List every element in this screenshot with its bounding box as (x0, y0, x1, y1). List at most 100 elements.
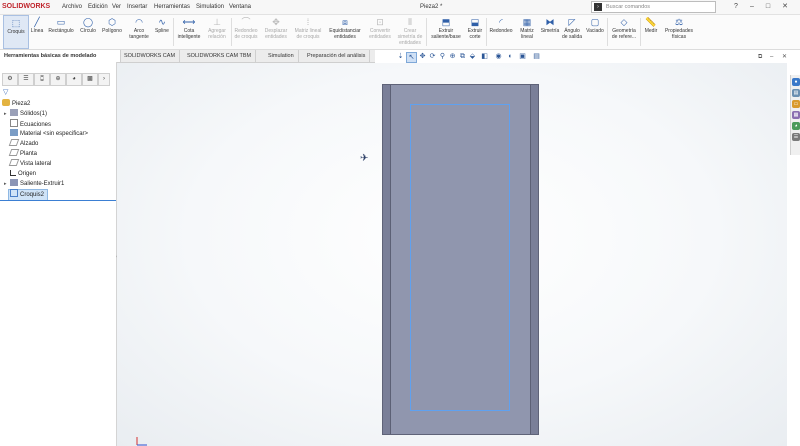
agregar-relacion-button[interactable]: ⊥ Agregar relación (204, 15, 230, 40)
sketch-rectangle[interactable] (410, 104, 510, 411)
extruir-saliente-button[interactable]: ⬒ Extruir saliente/base (428, 15, 464, 40)
view-settings-icon[interactable]: ▤ (532, 52, 541, 61)
vaciado-button[interactable]: ▢ Vaciado (584, 15, 606, 34)
poligono-label: Polígono (102, 28, 122, 34)
convert-entities-icon: ⊡ (376, 17, 384, 27)
spline-button[interactable]: ∿ Spline (153, 15, 171, 34)
menu-simulation[interactable]: Simulation (196, 2, 224, 12)
appearance-icon[interactable]: ◐ (506, 52, 515, 61)
redondeo-button[interactable]: ◜ Redondeo (487, 15, 515, 34)
design-library-icon[interactable]: ▤ (792, 89, 800, 97)
tree-item-planta[interactable]: Planta (8, 149, 37, 159)
smart-dimension-icon: ⟷ (182, 17, 196, 27)
menu-edicion[interactable]: Edición (88, 2, 108, 12)
tab-herramientas-basicas[interactable]: Herramientas básicas de modelado (0, 50, 121, 62)
circulo-button[interactable]: ◯ Círculo (78, 15, 98, 34)
resources-icon[interactable]: ● (792, 78, 800, 86)
dimxpert-tab-icon[interactable]: ⊕ (50, 73, 66, 86)
tab-solidworks-cam-tbm[interactable]: SOLIDWORKS CAM TBM (183, 50, 257, 62)
normal-to-icon[interactable]: ⇣ (396, 52, 405, 61)
property-manager-tab-icon[interactable]: ☰ (18, 73, 34, 86)
view-orientation-icon[interactable]: ⬙ (468, 52, 477, 61)
tree-item-saliente[interactable]: ▸ Saliente-Extruir1 (4, 179, 64, 189)
menu-insertar[interactable]: Insertar (127, 2, 147, 12)
croquis-button[interactable]: ⬚ Croquis (3, 15, 29, 49)
view-palette-icon[interactable]: ▦ (792, 111, 800, 119)
scene-icon[interactable]: ▣ (518, 52, 527, 61)
menu-archivo[interactable]: Archivo (62, 2, 82, 12)
medir-button[interactable]: 📏 Medir (641, 15, 661, 34)
rectangulo-button[interactable]: ▭ Rectángulo (46, 15, 76, 34)
zoom-icon[interactable]: ⚲ (438, 52, 447, 61)
display-manager-tab-icon[interactable]: ◕ (66, 73, 82, 86)
more-tabs-icon[interactable]: › (98, 73, 110, 86)
matriz-lineal-button[interactable]: ▦ Matriz lineal (516, 15, 538, 40)
geometria-referencia-button[interactable]: ◇ Geometría de refere... (609, 15, 639, 40)
section-view-icon[interactable]: ⧉ (458, 52, 467, 61)
propiedades-fisicas-button[interactable]: ⚖ Propiedades físicas (662, 15, 696, 40)
fillet-icon: ◜ (499, 17, 503, 27)
tree-item-material[interactable]: Material <sin especificar> (10, 129, 88, 139)
matriz-lineal-label: Matriz lineal (520, 28, 534, 40)
equidistanciar-button[interactable]: ⧈ Equidistanciar entidades (326, 15, 364, 40)
help-button[interactable]: ? (730, 1, 742, 13)
tab-simulation[interactable]: Simulation (264, 50, 299, 62)
tree-item-croquis[interactable]: Croquis2 (10, 189, 44, 200)
filter-icon[interactable]: ▽ (3, 88, 8, 96)
tab-solidworks-cam[interactable]: SOLIDWORKS CAM (120, 50, 181, 62)
move-entities-icon: ✥ (272, 17, 280, 27)
appearances-icon[interactable]: ◕ (792, 122, 800, 130)
sketch-icon (10, 189, 18, 197)
offset-entities-icon: ⧈ (342, 17, 348, 27)
tree-item-root[interactable]: Pieza2 (2, 99, 30, 109)
linea-button[interactable]: ╱ Línea (29, 15, 45, 34)
extruir-corte-label: Extruir corte (467, 28, 483, 40)
file-explorer-icon[interactable]: ▭ (792, 100, 800, 108)
extrude-feature-icon (10, 179, 18, 186)
zoom-area-icon[interactable]: ⊕ (448, 52, 457, 61)
angulo-salida-button[interactable]: ◸ Ángulo de salida (562, 15, 582, 40)
minimize-window-icon[interactable]: – (770, 53, 773, 61)
linear-pattern-sketch-icon: ⁞ (306, 17, 310, 27)
arco-tangente-button[interactable]: ◠ Arco tangente (126, 15, 152, 40)
custom-properties-icon[interactable]: ☰ (792, 133, 800, 141)
menu-ver[interactable]: Ver (112, 2, 121, 12)
redondeo-croquis-button[interactable]: ⌒ Redondeo de croquis (232, 15, 260, 40)
pan-icon[interactable]: ✥ (418, 52, 427, 61)
tree-item-vista-lateral[interactable]: Vista lateral (8, 159, 51, 169)
matriz-lineal-croquis-button[interactable]: ⁞ Matriz lineal de croquis (292, 15, 324, 40)
feature-tree-tab-icon[interactable]: ⚙ (2, 73, 18, 86)
tree-item-solidos[interactable]: ▸ Sólidos(1) (4, 109, 47, 119)
display-style-icon[interactable]: ◧ (480, 52, 489, 61)
rollback-bar[interactable] (0, 200, 116, 201)
crear-simetria-button[interactable]: ⫴ Crear simetría de entidades (396, 15, 424, 46)
close-window-icon[interactable]: ✕ (782, 53, 787, 61)
simetria-button[interactable]: ⧓ Simetría (538, 15, 562, 34)
poligono-button[interactable]: ⬡ Polígono (100, 15, 124, 34)
hide-show-icon[interactable]: ◉ (494, 52, 503, 61)
shell-icon: ▢ (590, 17, 600, 27)
medir-label: Medir (644, 28, 658, 34)
sketch-cursor-icon: ✈ (360, 153, 369, 164)
select-icon[interactable]: ↖ (406, 52, 417, 63)
material-icon (10, 129, 18, 136)
tab-preparacion-analisis[interactable]: Preparación del análisis (303, 50, 371, 62)
extruir-corte-button[interactable]: ⬓ Extruir corte (465, 15, 485, 40)
configuration-tab-icon[interactable]: ⧮ (34, 73, 50, 86)
cota-inteligente-button[interactable]: ⟷ Cota inteligente (176, 15, 202, 40)
menu-herramientas[interactable]: Herramientas (154, 2, 190, 12)
search-input[interactable]: › Buscar comandos (591, 1, 716, 13)
simetria-label: Simetría (540, 28, 560, 34)
close-button[interactable]: ✕ (779, 1, 791, 13)
rotate-icon[interactable]: ⟳ (428, 52, 437, 61)
convertir-entidades-button[interactable]: ⊡ Convertir entidades (365, 15, 395, 40)
tree-item-alzado[interactable]: Alzado (8, 139, 38, 149)
cam-tab-icon[interactable]: ▩ (82, 73, 98, 86)
tree-item-origen[interactable]: Origen (10, 169, 36, 179)
minimize-button[interactable]: – (746, 1, 758, 13)
polygon-icon: ⬡ (108, 17, 116, 27)
maximize-button[interactable]: □ (762, 1, 774, 13)
menu-ventana[interactable]: Ventana (229, 2, 251, 12)
desplazar-entidades-button[interactable]: ✥ Desplazar entidades (262, 15, 290, 40)
restore-window-icon[interactable]: ⧉ (758, 53, 762, 61)
